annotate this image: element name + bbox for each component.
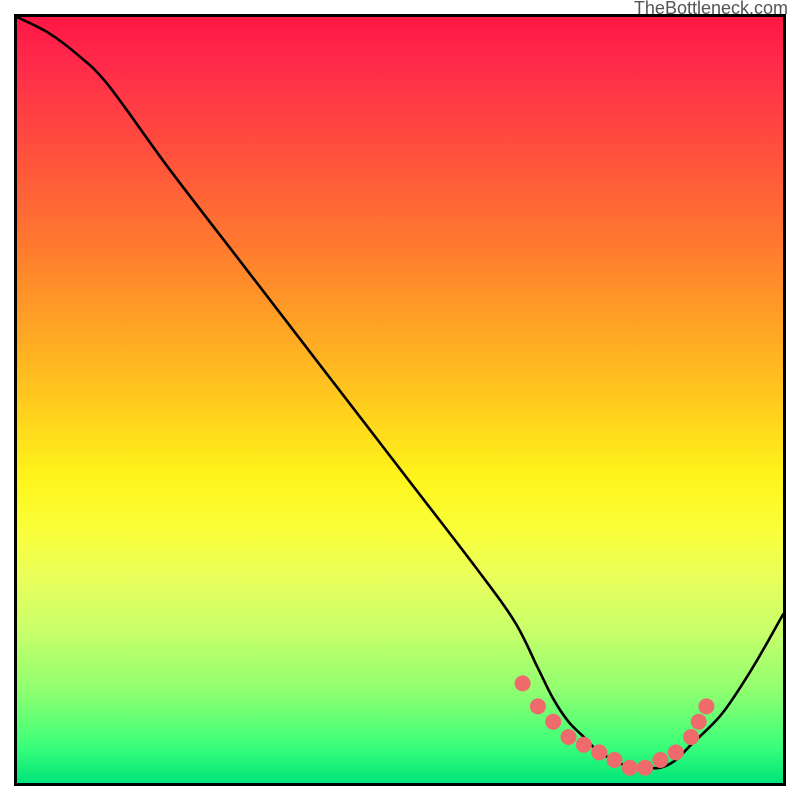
highlight-markers [515,675,715,775]
marker-point [683,729,699,745]
marker-point [637,760,653,776]
marker-point [698,698,714,714]
watermark-text: TheBottleneck.com [634,0,788,18]
marker-point [530,698,546,714]
marker-point [545,714,561,730]
marker-point [515,675,531,691]
bottleneck-curve [17,17,783,768]
marker-point [668,744,684,760]
marker-point [691,714,707,730]
marker-point [576,737,592,753]
plot-frame [16,16,785,785]
marker-point [652,752,668,768]
marker-point [607,752,623,768]
marker-point [591,744,607,760]
chart-svg: TheBottleneck.com [0,0,800,800]
marker-point [622,760,638,776]
marker-point [561,729,577,745]
chart-container: TheBottleneck.com [0,0,800,800]
